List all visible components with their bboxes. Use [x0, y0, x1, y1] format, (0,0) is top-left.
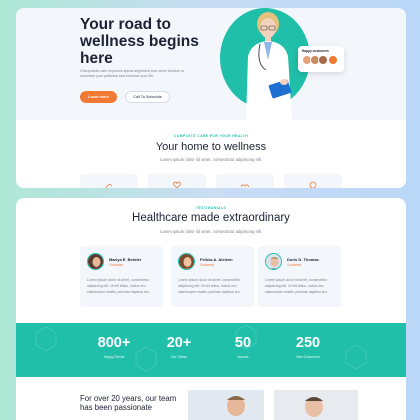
testimonial-card: Mariya E. Beinter Customer Lorem ipsum d… [80, 246, 163, 307]
testimonial-text: Lorem ipsum dolor sit amet, consectetur … [178, 278, 241, 294]
testimonials-title: Healthcare made extraordinary [132, 212, 290, 224]
hero-title: Your road to wellness begins here [80, 16, 199, 67]
testimonial-name: Felicia A. Aleleen [200, 257, 233, 262]
about-photo [188, 390, 264, 420]
stat-label: New Customers [296, 355, 320, 359]
testimonials-eyebrow: TESTIMONIALS [195, 206, 227, 210]
stat-label: Happy Clients [103, 355, 125, 359]
stats-banner: 800+ Happy Clients 20+ Our Clinics 50 Aw… [16, 323, 406, 377]
person-avatar-icon [88, 254, 103, 269]
heart-icon [173, 181, 181, 188]
stat-happy-clients: 800+ Happy Clients [84, 335, 144, 359]
hero-section: Your road to wellness begins here Chirop… [16, 8, 406, 120]
stat-label: Awards [237, 355, 249, 359]
stat-awards: 50 Awards [213, 335, 273, 359]
avatar [178, 253, 195, 270]
homepage-hero-card: Your road to wellness begins here Chirop… [16, 8, 406, 188]
wellness-title: Your home to wellness [155, 141, 267, 153]
homepage-testimonials-card: TESTIMONIALS Healthcare made extraordina… [16, 198, 406, 420]
testimonial-role: Customer [287, 263, 302, 267]
stat-new-customers: 250 New Customers [278, 335, 338, 359]
hero-description: Chiropractic care improves spinal alignm… [80, 69, 185, 79]
learn-more-button[interactable]: Learn more [80, 91, 117, 103]
about-photo [274, 390, 358, 420]
testimonial-role: Customer [200, 263, 215, 267]
stat-value: 50 [234, 335, 252, 351]
stat-value: 250 [295, 335, 321, 351]
testimonial-name: Mariya E. Beinter [109, 257, 142, 262]
testimonials-subtitle: Lorem ipsum dolor sit amet, consectetur … [160, 229, 262, 234]
testimonial-card: Doris D. Thomas Customer Lorem ipsum dol… [258, 246, 341, 307]
about-story-text: For over 20 years, our team has been pas… [80, 394, 177, 412]
testimonial-role: Customer [109, 263, 124, 267]
testimonial-text: Lorem ipsum dolor sit amet, consectetur … [87, 278, 150, 294]
person-avatar-icon [266, 254, 281, 269]
stat-value: 20+ [166, 335, 192, 351]
avatar [87, 253, 104, 270]
happy-customers-label: Happy customers [302, 49, 329, 53]
avatar [265, 253, 282, 270]
customer-avatar-icon [318, 55, 328, 65]
doctor-photo [188, 390, 264, 420]
stat-our-clinics: 20+ Our Clinics [149, 335, 209, 359]
testimonial-text: Lorem ipsum dolor sit amet, consectetur … [265, 278, 328, 294]
spine-icon [105, 184, 113, 188]
service-card[interactable] [148, 174, 206, 188]
stat-label: Our Clinics [170, 355, 188, 359]
person-avatar-icon [179, 254, 194, 269]
doctor-illustration [246, 12, 292, 120]
testimonial-name: Doris D. Thomas [287, 257, 319, 262]
wellness-subtitle: Lorem ipsum dolor sit amet, consectetur … [160, 157, 262, 162]
hexagon-pattern [35, 324, 367, 372]
doctor-photo [274, 390, 358, 420]
call-to-schedule-button[interactable]: Call To Schedule [125, 91, 170, 103]
happy-customers-card: Happy customers [298, 46, 344, 72]
service-card[interactable] [284, 174, 342, 188]
hands-icon [240, 184, 250, 188]
testimonial-card: Felicia A. Aleleen Customer Lorem ipsum … [171, 246, 254, 307]
service-card[interactable] [80, 174, 138, 188]
care-icon [309, 181, 317, 188]
more-customers-icon [328, 55, 338, 65]
wellness-eyebrow: COMPLETE CARE FOR YOUR HEALTH [173, 134, 249, 138]
service-card[interactable] [216, 174, 274, 188]
stat-value: 800+ [97, 335, 131, 351]
